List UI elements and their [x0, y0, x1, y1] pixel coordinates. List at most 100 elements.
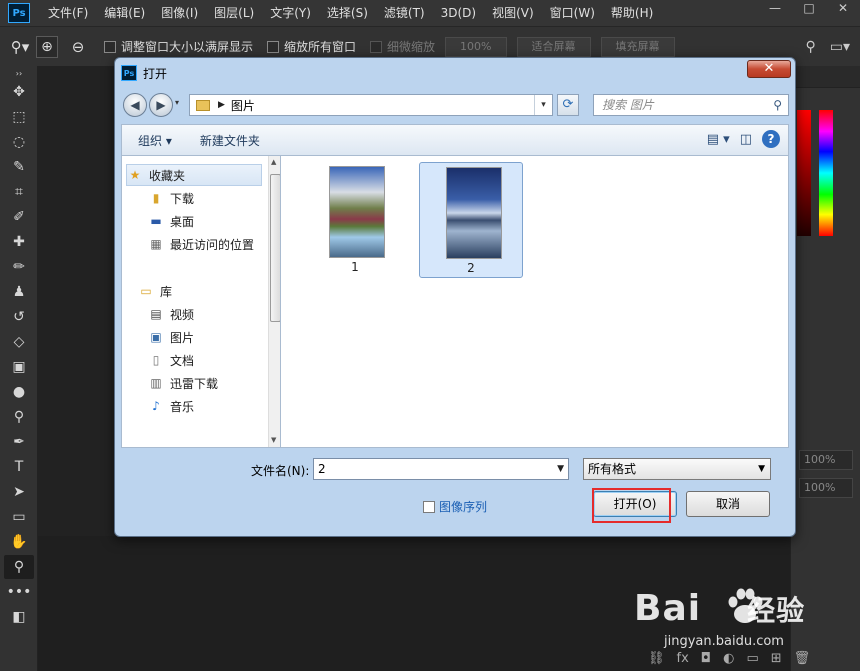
nav-videos[interactable]: ▤ 视频 [148, 303, 194, 325]
menu-select[interactable]: 选择(S) [319, 0, 376, 26]
file-thumbnail [329, 166, 385, 258]
chevron-down-icon[interactable]: ▼ [758, 459, 765, 479]
nav-recent[interactable]: ▦ 最近访问的位置 [148, 233, 254, 255]
menu-edit[interactable]: 编辑(E) [96, 0, 153, 26]
nav-xunlei[interactable]: ▥ 迅雷下载 [148, 372, 218, 394]
history-dropdown-icon[interactable]: ▾ [175, 98, 179, 107]
stamp-tool-icon[interactable]: ♟ [4, 280, 34, 304]
nav-documents[interactable]: ▯ 文档 [148, 349, 194, 371]
search-icon[interactable]: ⚲ [805, 39, 815, 55]
image-sequence-checkbox[interactable]: 图像序列 [423, 498, 487, 515]
nav-scrollbar[interactable]: ▲ ▼ [268, 156, 280, 447]
shape-tool-icon[interactable]: ▭ [4, 505, 34, 529]
more-tools-icon[interactable]: ••• [4, 580, 34, 604]
menu-file[interactable]: 文件(F) [40, 0, 96, 26]
zoom-tool-icon[interactable]: ⚲ [4, 555, 34, 579]
recent-places-icon: ▦ [150, 237, 162, 251]
hand-tool-icon[interactable]: ✋ [4, 530, 34, 554]
minimize-button[interactable]: — [758, 0, 792, 18]
move-tool-icon[interactable]: ✥ [4, 80, 34, 104]
back-icon[interactable]: ◀ [123, 93, 147, 117]
address-bar[interactable]: ▶ 图片 ▾ [189, 94, 553, 116]
color-swatch-icon[interactable]: ◧ [4, 605, 34, 629]
view-icon[interactable]: ▤ ▾ [707, 132, 730, 147]
type-tool-icon[interactable]: T [4, 455, 34, 479]
opacity-field[interactable]: 100% [799, 450, 853, 470]
gradient-tool-icon[interactable]: ▣ [4, 355, 34, 379]
maximize-button[interactable]: □ [792, 0, 826, 18]
resize-windows-label: 调整窗口大小以满屏显示 [121, 40, 254, 54]
menu-image[interactable]: 图像(I) [153, 0, 206, 26]
dialog-titlebar[interactable]: Ps 打开 ✕ [115, 58, 795, 88]
checkbox-box[interactable] [423, 500, 435, 513]
eraser-tool-icon[interactable]: ◇ [4, 330, 34, 354]
lasso-tool-icon[interactable]: ◌ [4, 130, 34, 154]
help-icon[interactable]: ? [762, 130, 780, 148]
menu-view[interactable]: 视图(V) [484, 0, 542, 26]
nav-favorites[interactable]: ★ 收藏夹 [126, 164, 262, 186]
fill-field[interactable]: 100% [799, 478, 853, 498]
new-folder-button[interactable]: 新建文件夹 [200, 132, 260, 149]
menu-window[interactable]: 窗口(W) [542, 0, 603, 26]
zoom-in-icon[interactable]: ⊕ [36, 35, 58, 58]
search-icon[interactable]: ⚲ [773, 95, 782, 115]
marquee-tool-icon[interactable]: ⬚ [4, 105, 34, 129]
nav-pictures[interactable]: ▣ 图片 [148, 326, 194, 348]
highlight-box [592, 488, 671, 523]
collapse-icon[interactable]: ›› [4, 67, 34, 79]
fit-screen-button[interactable]: 适合屏幕 [516, 36, 591, 57]
close-app-button[interactable]: ✕ [826, 0, 860, 18]
menu-3d[interactable]: 3D(D) [433, 0, 484, 26]
zoom-tool-icon[interactable]: ⚲▾ [8, 35, 32, 59]
window-controls: — □ ✕ [758, 0, 860, 26]
nav-music[interactable]: ♪ 音乐 [148, 395, 194, 417]
forward-icon[interactable]: ▶ [149, 93, 173, 117]
dodge-tool-icon[interactable]: ⚲ [4, 405, 34, 429]
scroll-thumb[interactable] [270, 174, 280, 322]
workspace-icon[interactable]: ▭▾ [830, 39, 850, 55]
filetype-select[interactable]: 所有格式 ▼ [583, 458, 771, 480]
filename-input[interactable]: 2 ▼ [313, 458, 569, 480]
search-placeholder: 搜索 图片 [602, 98, 654, 112]
color-field[interactable] [797, 110, 811, 236]
refresh-icon[interactable]: ⟳ [557, 94, 579, 116]
blur-tool-icon[interactable]: ● [4, 380, 34, 404]
nav-desktop[interactable]: ▬ 桌面 [148, 210, 194, 232]
crop-tool-icon[interactable]: ⌗ [4, 180, 34, 204]
path-select-icon[interactable]: ➤ [4, 480, 34, 504]
file-item[interactable]: 2 [419, 162, 523, 278]
pen-tool-icon[interactable]: ✒ [4, 430, 34, 454]
preview-pane-icon[interactable]: ◫ [740, 132, 752, 147]
scrubby-zoom-checkbox[interactable] [370, 40, 383, 53]
menu-filter[interactable]: 滤镜(T) [376, 0, 433, 26]
file-item[interactable]: 1 [303, 162, 407, 278]
scroll-up-icon[interactable]: ▲ [271, 158, 276, 166]
scroll-down-icon[interactable]: ▼ [271, 436, 276, 444]
breadcrumb[interactable]: 图片 [231, 97, 255, 114]
search-input[interactable]: 搜索 图片 ⚲ [593, 94, 789, 116]
eyedropper-icon[interactable]: ✐ [4, 205, 34, 229]
history-brush-icon[interactable]: ↺ [4, 305, 34, 329]
address-dropdown-icon[interactable]: ▾ [534, 95, 552, 115]
quick-select-icon[interactable]: ✎ [4, 155, 34, 179]
command-bar: 组织 ▾ 新建文件夹 ▤ ▾ ◫ ? [121, 124, 789, 156]
breadcrumb-arrow-icon[interactable]: ▶ [218, 100, 225, 110]
resize-windows-checkbox[interactable] [104, 40, 116, 53]
color-spectrum[interactable] [819, 110, 833, 236]
brush-tool-icon[interactable]: ✏ [4, 255, 34, 279]
menu-layer[interactable]: 图层(L) [206, 0, 262, 26]
zoom-all-checkbox[interactable] [267, 40, 280, 53]
fill-screen-button[interactable]: 填充屏幕 [600, 36, 675, 57]
nav-library[interactable]: ▭ 库 [138, 280, 172, 302]
healing-brush-icon[interactable]: ✚ [4, 230, 34, 254]
nav-downloads[interactable]: ▮ 下载 [148, 187, 194, 209]
close-icon[interactable]: ✕ [747, 60, 791, 78]
zoom-out-icon[interactable]: ⊖ [66, 35, 90, 59]
filename-dropdown-icon[interactable]: ▼ [557, 459, 564, 479]
organize-button[interactable]: 组织 ▾ [138, 132, 172, 149]
file-name: 2 [467, 261, 475, 275]
menu-type[interactable]: 文字(Y) [262, 0, 319, 26]
zoom-100-button[interactable]: 100% [445, 36, 507, 57]
cancel-button[interactable]: 取消 [686, 491, 770, 517]
menu-help[interactable]: 帮助(H) [603, 0, 661, 26]
